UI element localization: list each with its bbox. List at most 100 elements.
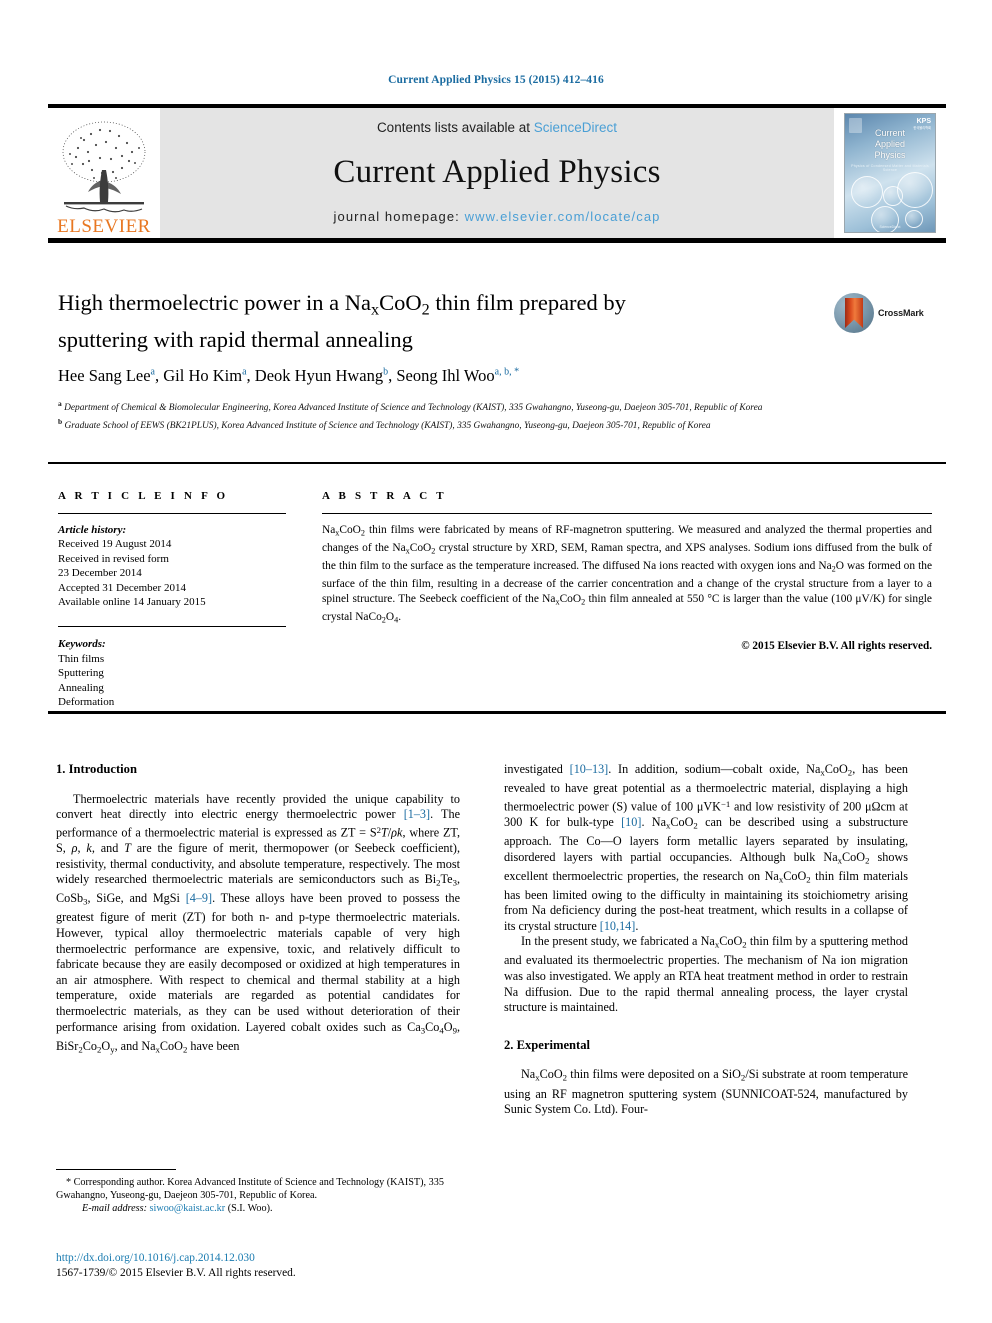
- journal-masthead: ELSEVIER Contents lists available at Sci…: [48, 104, 946, 243]
- author-name: Gil Ho Kim: [163, 365, 243, 385]
- title-sub-x: x: [371, 300, 380, 319]
- article-history-label: Article history:: [58, 524, 127, 536]
- cover-badge-text: KPS: [916, 118, 931, 125]
- citation-link[interactable]: [1–3]: [404, 807, 430, 821]
- cover-title: Current Applied Physics: [845, 128, 935, 161]
- contents-band: Contents lists available at ScienceDirec…: [160, 108, 834, 238]
- author-name: Deok Hyun Hwang: [254, 365, 384, 385]
- author-affil-mark: a, b, *: [494, 366, 520, 378]
- footnote-divider: [56, 1169, 176, 1170]
- experimental-paragraph-1: NaxCoO2 thin films were deposited on a S…: [504, 1067, 908, 1117]
- contents-available-line: Contents lists available at ScienceDirec…: [377, 120, 617, 135]
- sciencedirect-link[interactable]: ScienceDirect: [534, 120, 617, 135]
- author-name: Seong Ihl Woo: [396, 365, 495, 385]
- email-line: E-mail address: siwoo@kaist.ac.kr (S.I. …: [56, 1202, 460, 1215]
- article-info-heading: A R T I C L E I N F O: [58, 490, 229, 502]
- citation-link[interactable]: [10–13]: [570, 762, 609, 776]
- history-item: 23 December 2014: [58, 567, 142, 580]
- keyword-item: Deformation: [58, 696, 115, 709]
- title-part-2: CoO: [379, 290, 422, 315]
- footnote-text: * Corresponding author. Korea Advanced I…: [56, 1176, 460, 1202]
- title-line-2: sputtering with rapid thermal annealing: [58, 326, 413, 352]
- contents-prefix: Contents lists available at: [376, 120, 534, 135]
- affiliation-item: a Department of Chemical & Biomolecular …: [58, 397, 938, 415]
- divider: [322, 513, 932, 514]
- keywords-list: Keywords: Thin films Sputtering Annealin…: [58, 637, 286, 709]
- crossmark-icon: [834, 293, 874, 333]
- homepage-prefix: journal homepage:: [333, 209, 465, 224]
- article-info-column: A R T I C L E I N F O Article history: R…: [58, 490, 286, 709]
- title-part-1: High thermoelectric power in a Na: [58, 290, 372, 315]
- affiliation-item: b Graduate School of EEWS (BK21PLUS), Ko…: [58, 415, 938, 433]
- body-column-right: investigated [10–13]. In addition, sodiu…: [504, 762, 908, 1118]
- author-name: Hee Sang Lee: [58, 365, 151, 385]
- section-heading-experimental: 2. Experimental: [504, 1037, 591, 1052]
- email-link[interactable]: siwoo@kaist.ac.kr: [150, 1203, 226, 1214]
- affiliation-mark: b: [58, 416, 63, 426]
- journal-article-page: Current Applied Physics 15 (2015) 412–41…: [0, 0, 992, 1323]
- keywords-label: Keywords:: [58, 638, 106, 651]
- elsevier-tree-icon: [56, 118, 152, 216]
- abstract-heading: A B S T R A C T: [322, 490, 447, 502]
- cover-bubble: [897, 172, 933, 208]
- info-band-rule-bottom: [48, 711, 946, 714]
- crossmark-label: CrossMark: [878, 308, 924, 318]
- citation-link[interactable]: [10,14]: [600, 919, 636, 933]
- cover-image: KPS 한국물리학회 Current Applied Physics Physic…: [844, 113, 936, 233]
- running-head: Current Applied Physics 15 (2015) 412–41…: [388, 74, 604, 86]
- keyword-item: Annealing: [58, 681, 104, 694]
- divider: [58, 626, 286, 628]
- intro-paragraph-continued: investigated [10–13]. In addition, sodiu…: [504, 762, 908, 933]
- affiliation-mark: a: [58, 398, 62, 408]
- journal-homepage-link[interactable]: www.elsevier.com/locate/cap: [465, 209, 661, 224]
- intro-paragraph-1: Thermoelectric materials have recently p…: [56, 791, 460, 1054]
- email-label: E-mail address:: [82, 1203, 147, 1215]
- masthead-rule-bottom: [48, 238, 946, 243]
- title-part-3: thin film prepared by: [429, 290, 626, 315]
- journal-homepage-line: journal homepage: www.elsevier.com/locat…: [334, 209, 661, 224]
- cover-title-line2: Applied: [874, 139, 906, 149]
- author-list: Hee Sang Leea, Gil Ho Kima, Deok Hyun Hw…: [58, 365, 520, 385]
- body-column-left: 1. Introduction Thermoelectric materials…: [56, 762, 460, 1058]
- keyword-item: Sputtering: [58, 667, 104, 680]
- author-affil-mark: a: [150, 366, 155, 378]
- crossmark-bookmark-shape: [845, 298, 863, 328]
- history-item: Received in revised form: [58, 552, 169, 565]
- corresponding-author-note: * Corresponding author. Korea Advanced I…: [56, 1176, 460, 1216]
- doi-block: http://dx.doi.org/10.1016/j.cap.2014.12.…: [56, 1251, 476, 1281]
- keyword-item: Thin films: [58, 652, 105, 665]
- divider: [58, 513, 286, 514]
- journal-title: Current Applied Physics: [333, 153, 661, 190]
- journal-cover-thumbnail: KPS 한국물리학회 Current Applied Physics Physic…: [834, 108, 946, 238]
- cover-title-line1: Current: [874, 128, 905, 138]
- author-affil-mark: a: [242, 366, 247, 378]
- affiliation-text: Graduate School of EEWS (BK21PLUS), Kore…: [64, 420, 711, 431]
- author-affil-mark: b: [383, 366, 389, 378]
- masthead-body: ELSEVIER Contents lists available at Sci…: [48, 108, 946, 238]
- cover-footer: ScienceDirect: [879, 225, 901, 229]
- abstract-body: NaxCoO2 thin films were fabricated by me…: [322, 524, 933, 625]
- elsevier-logo: ELSEVIER: [48, 108, 160, 238]
- cover-subtitle: Physics of Condensed Matter and Material…: [851, 164, 929, 172]
- footnote-body: Corresponding author. Korea Advanced Ins…: [56, 1177, 444, 1202]
- doi-link[interactable]: http://dx.doi.org/10.1016/j.cap.2014.12.…: [56, 1251, 476, 1266]
- issn-copyright-line: 1567-1739/© 2015 Elsevier B.V. All right…: [56, 1267, 296, 1279]
- cover-bubble: [851, 176, 883, 208]
- history-item: Available online 14 January 2015: [58, 596, 206, 609]
- section-heading-introduction: 1. Introduction: [56, 762, 137, 776]
- citation-link[interactable]: [10]: [621, 815, 641, 829]
- citation-link[interactable]: [4–9]: [186, 891, 212, 905]
- affiliation-list: a Department of Chemical & Biomolecular …: [58, 397, 938, 433]
- crossmark-badge[interactable]: CrossMark: [834, 290, 946, 336]
- history-item: Accepted 31 December 2014: [58, 581, 186, 594]
- page-title: High thermoelectric power in a NaxCoO2 t…: [58, 288, 828, 354]
- title-block: High thermoelectric power in a NaxCoO2 t…: [58, 288, 828, 433]
- abstract-column: A B S T R A C T NaxCoO2 thin films were …: [322, 490, 932, 652]
- info-band-rule-top: [48, 462, 946, 464]
- title-sub-2: 2: [421, 300, 430, 319]
- abstract-copyright: © 2015 Elsevier B.V. All rights reserved…: [741, 640, 932, 653]
- elsevier-wordmark: ELSEVIER: [57, 216, 151, 237]
- article-history: Article history: Received 19 August 2014…: [58, 523, 286, 609]
- intro-paragraph-2: In the present study, we fabricated a Na…: [504, 934, 908, 1015]
- email-suffix: (S.I. Woo).: [225, 1203, 273, 1215]
